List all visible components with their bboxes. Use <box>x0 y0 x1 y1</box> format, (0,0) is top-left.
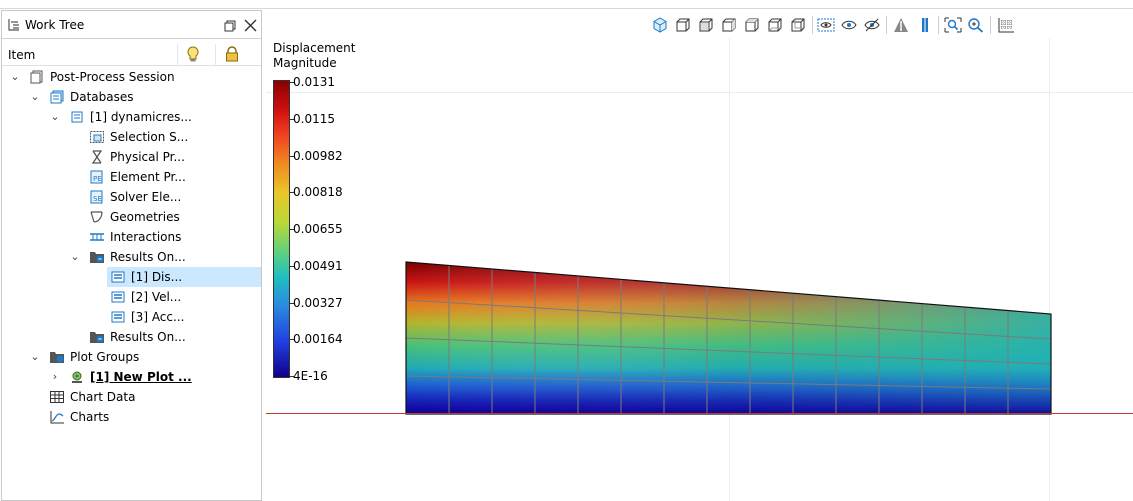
tree-node-post-process-session[interactable]: ⌄ Post-Process Session <box>2 67 261 87</box>
tree-node-label: [2] Vel... <box>131 290 182 304</box>
tree-node-result-displacement[interactable]: [1] Dis... <box>107 267 261 287</box>
result-icon <box>110 270 126 284</box>
svg-text:SE: SE <box>93 195 102 203</box>
tree-node-label: Results On... <box>110 250 186 264</box>
tree-node-plot-groups[interactable]: ⌄ Plot Groups <box>2 347 261 367</box>
tree-node-interactions[interactable]: Interactions <box>2 227 261 247</box>
tree-node-new-plot[interactable]: › [1] New Plot ... <box>2 367 261 387</box>
svg-text:PE: PE <box>93 175 102 183</box>
chevron-down-icon[interactable]: ⌄ <box>48 107 62 127</box>
tree-node-label: [1] dynamicres... <box>90 110 192 124</box>
results-folder-icon <box>89 250 105 264</box>
tree-node-label: Physical Pr... <box>110 150 185 164</box>
restore-icon[interactable] <box>224 20 236 35</box>
work-tree-icon <box>7 18 21 35</box>
work-tree-title: Work Tree <box>25 18 85 32</box>
tree-node-label: Post-Process Session <box>50 70 175 84</box>
physical-property-icon <box>89 150 105 164</box>
work-tree-titlebar: Work Tree <box>2 11 261 39</box>
database-icon <box>69 110 85 124</box>
work-tree-panel: Work Tree Item ⌄ Post-Process Session ⌄ … <box>1 10 262 501</box>
tree-node-label: Charts <box>70 410 110 424</box>
chevron-down-icon[interactable]: ⌄ <box>28 347 42 367</box>
top-strip <box>0 0 1133 9</box>
charts-icon <box>49 410 65 424</box>
ground-line <box>266 413 1133 414</box>
tree-node-label: Geometries <box>110 210 180 224</box>
tree-node-element-properties[interactable]: PE Element Pr... <box>2 167 261 187</box>
tree-node-result-acceleration[interactable]: [3] Acc... <box>107 307 261 327</box>
tree-node-label: Databases <box>70 90 134 104</box>
tree-node-label: [3] Acc... <box>131 310 185 324</box>
result-icon <box>110 290 126 304</box>
contour-fill <box>406 262 1051 414</box>
results-folder-icon <box>89 330 105 344</box>
selection-set-icon <box>89 130 105 144</box>
plot-icon <box>69 370 85 384</box>
chevron-right-icon[interactable]: › <box>48 367 62 387</box>
geometry-icon <box>89 210 105 224</box>
interactions-icon <box>89 230 105 244</box>
tree-node-chart-data[interactable]: Chart Data <box>2 387 261 407</box>
tree-node-label: Interactions <box>110 230 182 244</box>
post-process-session-icon <box>29 70 45 84</box>
element-property-icon: PE <box>89 170 105 184</box>
tree-node-label: Plot Groups <box>70 350 140 364</box>
lock-icon[interactable] <box>224 46 240 65</box>
chart-data-icon <box>49 390 65 404</box>
chevron-down-icon[interactable]: ⌄ <box>28 87 42 107</box>
tree-node-label: Solver Ele... <box>110 190 182 204</box>
column-item-label: Item <box>8 48 36 62</box>
chevron-down-icon[interactable]: ⌄ <box>68 247 82 267</box>
tree-node-label: Element Pr... <box>110 170 186 184</box>
tree-node-geometries[interactable]: Geometries <box>2 207 261 227</box>
solver-element-icon: SE <box>89 190 105 204</box>
databases-icon <box>49 90 65 104</box>
tree-node-selection-sets[interactable]: Selection S... <box>2 127 261 147</box>
tree-node-label: Chart Data <box>70 390 136 404</box>
plot-groups-icon <box>49 350 65 364</box>
tree-node-physical-properties[interactable]: Physical Pr... <box>2 147 261 167</box>
tree-node-database-1[interactable]: ⌄ [1] dynamicres... <box>2 107 261 127</box>
tree-node-results-on-1[interactable]: ⌄ Results On... <box>2 247 261 267</box>
lightbulb-icon[interactable] <box>186 46 200 66</box>
tree-node-result-velocity[interactable]: [2] Vel... <box>107 287 261 307</box>
result-icon <box>110 310 126 324</box>
tree-node-label: [1] New Plot ... <box>90 370 192 384</box>
tree-node-results-on-2[interactable]: Results On... <box>2 327 261 347</box>
tree-node-solver-elements[interactable]: SE Solver Ele... <box>2 187 261 207</box>
chevron-down-icon[interactable]: ⌄ <box>8 67 22 87</box>
tree-node-label: [1] Dis... <box>131 270 183 284</box>
tree-node-charts[interactable]: Charts <box>2 407 261 427</box>
tree-node-databases[interactable]: ⌄ Databases <box>2 87 261 107</box>
tree-node-label: Results On... <box>110 330 186 344</box>
fem-mesh-contour[interactable] <box>266 10 1133 501</box>
tree-node-label: Selection S... <box>110 130 189 144</box>
tree-column-header: Item <box>2 44 261 66</box>
graphics-viewport[interactable]: Displacement Magnitude 0.0131 0.0115 0.009… <box>266 10 1133 501</box>
close-icon[interactable] <box>244 19 257 35</box>
